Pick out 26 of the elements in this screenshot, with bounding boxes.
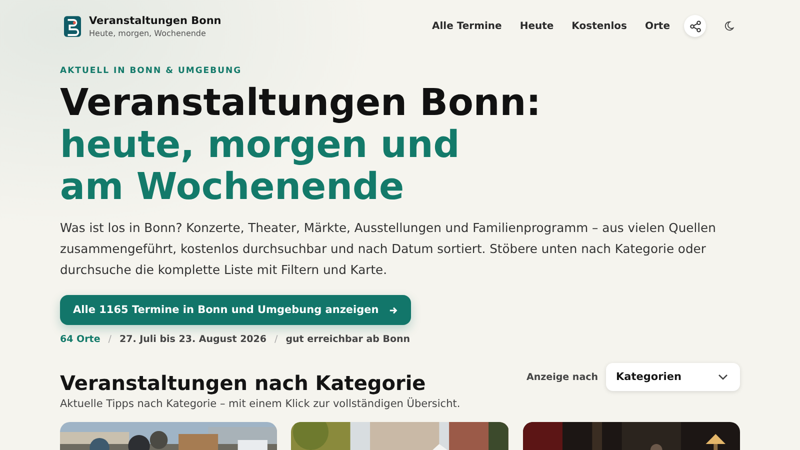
share-icon <box>688 20 702 32</box>
brand-subtitle: Heute, morgen, Wochenende <box>89 28 207 38</box>
separator: / <box>108 334 112 345</box>
intro-text: Was ist los in Bonn? Konzerte, Theater, Märkte, Ausstellungen und Familienprogramm – aus vielen Quellen zusammengeführt, kostenlos durchsuchbar und nach Datum sortiert. Stöbere unten nach Kategorie oder durchsuche die komplette Liste mit Filtern und Karte. <box>60 220 717 279</box>
section-subtitle: Aktuelle Tipps nach Kategorie – mit einem Klick zur vollständigen Übersicht. <box>60 398 460 410</box>
view-label: Anzeige nach <box>526 372 598 382</box>
nav-link[interactable]: Kostenlos <box>572 20 627 32</box>
nav-link[interactable]: Heute <box>520 20 554 32</box>
meta-text: gut erreichbar ab Bonn <box>286 334 410 345</box>
moon-icon[interactable] <box>724 21 734 31</box>
cta-button[interactable]: Alle 1165 Termine in Bonn und Umgebung anzeigen <box>60 295 411 325</box>
hero-title-accent: heute, morgen und am Wochenende <box>60 124 461 208</box>
view-select[interactable]: Kategorien <box>606 363 740 391</box>
hero-title: Veranstaltungen Bonn: <box>60 82 542 124</box>
brand-title: Veranstaltungen Bonn <box>89 14 222 26</box>
arrow-icon <box>388 306 398 314</box>
chevron-down-icon <box>718 374 728 380</box>
kicker: AKTUELL IN BONN & UMGEBUNG <box>60 66 243 76</box>
section-title: Veranstaltungen nach Kategorie <box>60 371 427 395</box>
nav-link[interactable]: Orte <box>645 20 670 32</box>
logo-icon <box>64 16 81 36</box>
meta-text: 64 Orte <box>60 334 100 345</box>
meta-text: 27. Juli bis 23. August 2026 <box>119 334 267 345</box>
separator: / <box>274 334 278 345</box>
nav-link[interactable]: Alle Termine <box>432 20 502 32</box>
share-button[interactable] <box>684 15 706 37</box>
